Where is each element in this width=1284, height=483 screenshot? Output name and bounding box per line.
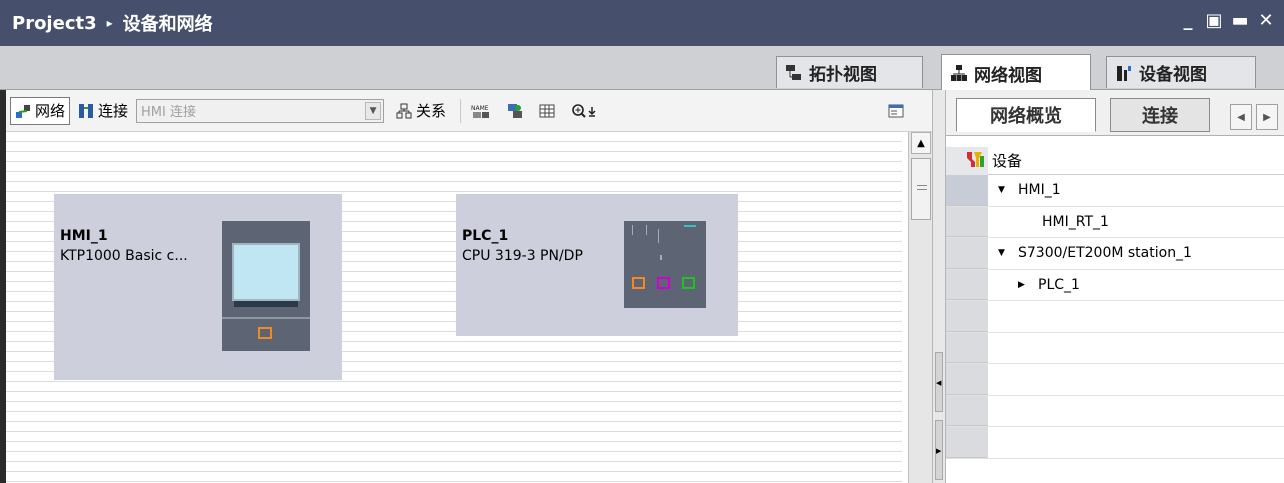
view-tab-bar: 拓扑视图 网络视图 设备视图 bbox=[0, 46, 1284, 91]
device-name: HMI_1 bbox=[60, 228, 108, 244]
grid-table-button[interactable] bbox=[535, 97, 563, 125]
zoom-in-icon bbox=[571, 103, 599, 119]
expand-toggle-icon[interactable]: ▼ bbox=[998, 248, 1008, 258]
zoom-button[interactable] bbox=[567, 97, 607, 125]
panel-toggle-icon bbox=[888, 103, 904, 119]
connect-mode-label: 连接 bbox=[98, 102, 129, 120]
maximize-button[interactable]: ▬ bbox=[1230, 10, 1250, 31]
device-type: KTP1000 Basic c... bbox=[60, 248, 188, 264]
toggle-overview-button[interactable] bbox=[884, 97, 912, 125]
table-header: 设备 bbox=[946, 147, 1284, 175]
table-row[interactable]: ▼ HMI_1 bbox=[946, 175, 1284, 207]
collapse-left-icon[interactable]: ◀ bbox=[935, 352, 943, 412]
relations-button[interactable]: 关系 bbox=[392, 97, 450, 125]
editor-toolbar: 网络 连接 HMI 连接 ▼ 关系 NAME bbox=[6, 90, 932, 132]
tab-network-overview[interactable]: 网络概览 bbox=[956, 98, 1096, 132]
connect-icon bbox=[78, 103, 94, 119]
tab-scroll-right-icon[interactable]: ▶ bbox=[1256, 104, 1278, 130]
device-type: CPU 319-3 PN/DP bbox=[462, 248, 583, 264]
window-controls: _ ▣ ▬ ✕ bbox=[1178, 10, 1276, 31]
scroll-thumb[interactable] bbox=[911, 158, 931, 220]
dropdown-arrow-icon[interactable]: ▼ bbox=[365, 101, 382, 120]
tab-network-label: 网络视图 bbox=[974, 65, 1042, 86]
table-row[interactable]: ▼ S7300/ET200M station_1 bbox=[946, 238, 1284, 270]
row-label: HMI_1 bbox=[1018, 182, 1061, 199]
expand-toggle-icon[interactable]: ▶ bbox=[1018, 280, 1028, 290]
hmi-panel-icon bbox=[222, 221, 310, 351]
tab-network-view[interactable]: 网络视图 bbox=[941, 54, 1091, 91]
expand-toggle-icon[interactable]: ▼ bbox=[998, 185, 1008, 195]
table-row bbox=[946, 427, 1284, 459]
port-orange-icon[interactable] bbox=[258, 327, 272, 339]
table-row bbox=[946, 332, 1284, 364]
network-mode-button[interactable]: 网络 bbox=[10, 96, 71, 125]
device-name: PLC_1 bbox=[462, 228, 509, 244]
port-orange-icon[interactable] bbox=[632, 277, 645, 289]
port-green-icon[interactable] bbox=[682, 277, 695, 289]
tab-topology-label: 拓扑视图 bbox=[809, 65, 877, 85]
name-tag-icon: NAME bbox=[471, 103, 491, 119]
port-magenta-icon[interactable] bbox=[657, 277, 670, 289]
title-bar: Project3 ▸ 设备和网络 _ ▣ ▬ ✕ bbox=[0, 0, 1284, 46]
tab-device-label: 设备视图 bbox=[1139, 65, 1207, 85]
collapse-right-icon[interactable]: ▶ bbox=[935, 420, 943, 480]
device-column-header[interactable]: 设备 bbox=[992, 150, 1022, 171]
hmi-screen bbox=[232, 243, 300, 301]
page-title: 设备和网络 bbox=[122, 14, 213, 35]
device-hmi[interactable]: HMI_1 KTP1000 Basic c... bbox=[54, 194, 342, 380]
table-row bbox=[946, 301, 1284, 333]
relations-label: 关系 bbox=[416, 102, 447, 120]
network-overview-panel: 网络概览 连接 ◀ ▶ 设备 ▼ HMI_1 HMI_RT_1 ▼ S7300/… bbox=[946, 90, 1284, 483]
tab-topology-view[interactable]: 拓扑视图 bbox=[776, 56, 923, 88]
minimize-button[interactable]: _ bbox=[1178, 10, 1198, 31]
device-view-icon bbox=[1115, 64, 1133, 82]
relations-icon bbox=[396, 103, 412, 119]
tab-connections[interactable]: 连接 bbox=[1110, 98, 1210, 132]
row-label: PLC_1 bbox=[1038, 276, 1080, 293]
tab-scroll-left-icon[interactable]: ◀ bbox=[1230, 104, 1252, 130]
table-row bbox=[946, 364, 1284, 396]
row-label: S7300/ET200M station_1 bbox=[1018, 245, 1192, 262]
toolbar-separator bbox=[460, 98, 462, 123]
overview-tab-bar: 网络概览 连接 ◀ ▶ bbox=[946, 90, 1284, 136]
overview-rows: ▼ HMI_1 HMI_RT_1 ▼ S7300/ET200M station_… bbox=[946, 175, 1284, 459]
address-icon bbox=[507, 103, 523, 119]
network-view-icon bbox=[950, 64, 968, 82]
table-icon bbox=[539, 103, 555, 119]
table-row bbox=[946, 395, 1284, 427]
device-plc[interactable]: PLC_1 CPU 319-3 PN/DP bbox=[456, 194, 738, 336]
tab-device-view[interactable]: 设备视图 bbox=[1106, 56, 1256, 88]
close-button[interactable]: ✕ bbox=[1256, 10, 1276, 31]
overview-table: 设备 ▼ HMI_1 HMI_RT_1 ▼ S7300/ET200M stati… bbox=[946, 147, 1284, 483]
panel-splitter[interactable]: ◀ ▶ bbox=[932, 90, 946, 483]
row-label: HMI_RT_1 bbox=[1042, 213, 1109, 230]
device-column-icon bbox=[964, 150, 986, 172]
network-canvas[interactable]: HMI_1 KTP1000 Basic c... PLC_1 CPU 319-3… bbox=[6, 132, 902, 483]
table-row[interactable]: ▶ PLC_1 bbox=[946, 269, 1284, 301]
project-name[interactable]: Project3 bbox=[12, 13, 97, 34]
network-editor: 网络 连接 HMI 连接 ▼ 关系 NAME HMI_1 KTP1000 Bas… bbox=[0, 90, 932, 483]
network-mode-icon bbox=[15, 103, 31, 119]
connection-type-select[interactable]: HMI 连接 ▼ bbox=[136, 98, 385, 123]
scroll-up-icon[interactable]: ▲ bbox=[911, 132, 931, 154]
connect-mode-button[interactable]: 连接 bbox=[74, 97, 132, 125]
network-mode-label: 网络 bbox=[35, 102, 66, 120]
name-tag-text: NAME bbox=[471, 105, 489, 112]
canvas-scrollbar[interactable]: ▲ bbox=[908, 132, 932, 483]
float-button[interactable]: ▣ bbox=[1204, 10, 1224, 31]
breadcrumb-separator-icon: ▸ bbox=[106, 16, 113, 30]
connection-type-value: HMI 连接 bbox=[141, 105, 196, 120]
show-address-button[interactable] bbox=[503, 97, 531, 125]
show-names-button[interactable]: NAME bbox=[467, 97, 499, 125]
table-row[interactable]: HMI_RT_1 bbox=[946, 206, 1284, 238]
plc-module-icon bbox=[624, 221, 706, 308]
topology-view-icon bbox=[785, 64, 803, 82]
